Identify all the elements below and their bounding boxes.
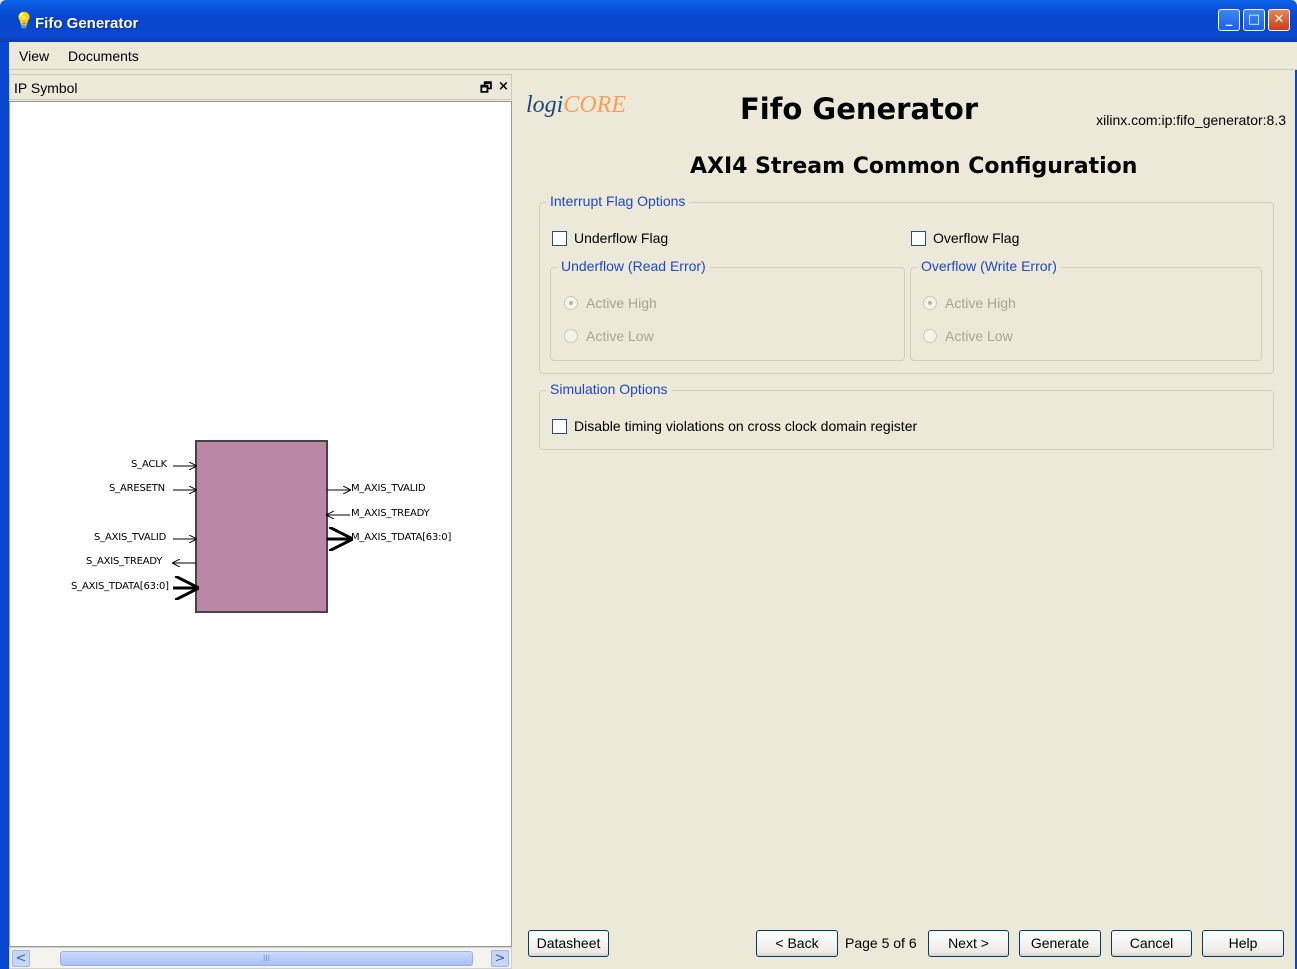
ip-vlnv: xilinx.com:ip:fifo_generator:8.3 (1096, 112, 1286, 128)
logo-prefix: logi (526, 92, 564, 118)
overflow-active-low-dot[interactable] (923, 329, 937, 343)
menu-documents[interactable]: Documents (68, 48, 139, 64)
port-s-axis-tvalid: S_AXIS_TVALID (94, 532, 167, 543)
scroll-left-arrow[interactable]: < (12, 950, 30, 967)
datasheet-button[interactable]: Datasheet (528, 930, 609, 957)
disable-timing-label: Disable timing violations on cross clock… (574, 418, 918, 434)
horizontal-scrollbar[interactable]: < III > (9, 947, 512, 969)
window-title: Fifo Generator (35, 15, 139, 32)
ip-symbol-canvas: S_ACLK S_ARESETN S_AXIS_TVALID S_AXIS_TR… (9, 101, 512, 947)
generate-button[interactable]: Generate (1019, 930, 1101, 957)
title-bar: 💡 Fifo Generator _ □ ✕ (0, 0, 1297, 42)
scroll-thumb[interactable]: III (60, 951, 473, 966)
back-button[interactable]: < Back (756, 930, 838, 957)
overflow-group-label: Overflow (Write Error) (917, 258, 1061, 274)
page-indicator: Page 5 of 6 (845, 935, 917, 951)
underflow-group: Underflow (Read Error) Active High Activ… (550, 258, 905, 361)
menu-bar: View Documents (9, 42, 1297, 70)
overflow-active-high-dot[interactable] (923, 296, 937, 310)
window-frame-left (0, 42, 9, 969)
overflow-group: Overflow (Write Error) Active High Activ… (910, 258, 1262, 361)
underflow-active-high-radio[interactable]: Active High (564, 295, 657, 311)
underflow-active-low-radio[interactable]: Active Low (564, 328, 654, 344)
port-s-axis-tready: S_AXIS_TREADY (86, 556, 163, 567)
port-m-axis-tready: M_AXIS_TREADY (351, 508, 430, 519)
logo-core: CORE (563, 92, 627, 118)
port-m-axis-tdata: M_AXIS_TDATA[63:0] (351, 532, 452, 543)
scroll-right-arrow[interactable]: > (491, 950, 509, 967)
overflow-flag-box[interactable] (911, 230, 926, 246)
underflow-flag-label: Underflow Flag (574, 230, 669, 246)
simulation-options-label: Simulation Options (546, 381, 672, 397)
overflow-flag-label: Overflow Flag (933, 230, 1020, 246)
menu-view[interactable]: View (19, 48, 49, 64)
configuration-panel: logiCORE Fifo Generator xilinx.com:ip:fi… (515, 74, 1295, 969)
minimize-button[interactable]: _ (1218, 9, 1240, 31)
cancel-button[interactable]: Cancel (1111, 930, 1192, 957)
interrupt-flag-label: Interrupt Flag Options (546, 193, 690, 209)
underflow-flag-box[interactable] (552, 230, 567, 246)
overflow-active-low-label: Active Low (945, 328, 1013, 344)
logicore-logo: logiCORE (526, 92, 626, 119)
ip-symbol-title: IP Symbol (14, 80, 78, 96)
help-button[interactable]: Help (1202, 930, 1284, 957)
underflow-active-high-label: Active High (586, 295, 657, 311)
disable-timing-checkbox[interactable]: Disable timing violations on cross clock… (552, 418, 917, 434)
underflow-active-low-label: Active Low (586, 328, 654, 344)
page-title: Fifo Generator (740, 92, 979, 126)
section-title: AXI4 Stream Common Configuration (690, 154, 1138, 179)
port-s-axis-tdata: S_AXIS_TDATA[63:0] (71, 581, 169, 592)
underflow-active-low-dot[interactable] (564, 329, 578, 343)
interrupt-flag-group: Interrupt Flag Options Underflow Flag Ov… (539, 193, 1274, 374)
disable-timing-box[interactable] (552, 418, 567, 434)
ip-symbol-diagram (10, 440, 511, 613)
underflow-group-label: Underflow (Read Error) (557, 258, 710, 274)
simulation-options-group: Simulation Options Disable timing violat… (539, 381, 1274, 450)
float-panel-icon[interactable]: 🗗 (480, 79, 492, 101)
close-button[interactable]: ✕ (1268, 9, 1290, 31)
close-panel-icon[interactable]: × (498, 79, 509, 94)
ip-block (195, 440, 328, 613)
underflow-active-high-dot[interactable] (564, 296, 578, 310)
overflow-active-high-radio[interactable]: Active High (923, 295, 1016, 311)
port-m-axis-tvalid: M_AXIS_TVALID (351, 483, 426, 494)
port-s-aclk: S_ACLK (131, 459, 167, 470)
underflow-flag-checkbox[interactable]: Underflow Flag (552, 230, 668, 246)
ip-symbol-header: IP Symbol 🗗 × (9, 74, 512, 100)
port-s-aresetn: S_ARESETN (109, 483, 165, 494)
next-button[interactable]: Next > (928, 930, 1009, 957)
overflow-flag-checkbox[interactable]: Overflow Flag (911, 230, 1019, 246)
overflow-active-high-label: Active High (945, 295, 1016, 311)
overflow-active-low-radio[interactable]: Active Low (923, 328, 1013, 344)
maximize-button[interactable]: □ (1243, 9, 1265, 31)
app-icon: 💡 (14, 11, 34, 30)
